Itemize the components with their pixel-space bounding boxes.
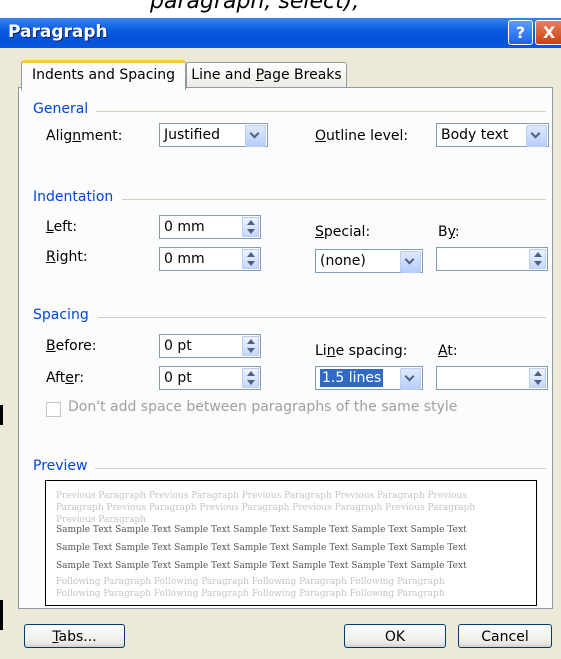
group-divider — [96, 111, 546, 112]
preview-box: Previous Paragraph Previous Paragraph Pr… — [45, 480, 537, 606]
special-dropdown[interactable]: (none) — [315, 249, 423, 273]
preview-following-line: Following Paragraph Following Paragraph … — [56, 577, 445, 587]
chevron-down-icon[interactable] — [400, 368, 421, 390]
special-label: Special: — [315, 224, 371, 240]
tab-label: Indents and Spacing — [31, 67, 176, 83]
spinner-icon[interactable] — [242, 249, 259, 269]
group-divider — [98, 317, 546, 318]
spinner-icon[interactable] — [529, 249, 546, 269]
close-button[interactable]: X — [535, 20, 561, 45]
background-text: paragraph, select), — [150, 0, 360, 14]
ok-button[interactable]: OK — [344, 624, 446, 648]
tab-indents-and-spacing[interactable]: Indents and Spacing — [21, 60, 186, 90]
line-spacing-dropdown[interactable]: 1.5 lines — [315, 366, 423, 390]
special-value: (none) — [320, 253, 366, 269]
spinner-icon[interactable] — [529, 368, 546, 388]
spinner-icon[interactable] — [242, 217, 259, 237]
tabs-button-label: Tabs... — [52, 629, 97, 645]
by-input[interactable] — [436, 247, 548, 271]
preview-sample-line: Sample Text Sample Text Sample Text Samp… — [56, 543, 467, 553]
outline-level-dropdown[interactable]: Body text — [436, 123, 549, 147]
before-value: 0 pt — [164, 338, 192, 354]
no-space-checkbox[interactable] — [46, 402, 61, 417]
before-input[interactable]: 0 pt — [159, 334, 261, 358]
right-indent-label: Right: — [46, 249, 88, 265]
left-indent-input[interactable]: 0 mm — [159, 215, 261, 239]
alignment-label: Alignment: — [46, 128, 123, 144]
right-indent-input[interactable]: 0 mm — [159, 247, 261, 271]
preview-following-line: Following Paragraph Following Paragraph … — [56, 589, 445, 599]
no-space-label: Don't add space between paragraphs of th… — [68, 399, 458, 415]
alignment-dropdown[interactable]: Justified — [159, 123, 268, 147]
window-edge — [0, 600, 3, 630]
preview-previous-line: Previous Paragraph — [56, 515, 147, 525]
line-spacing-value: 1.5 lines — [320, 369, 384, 387]
cancel-button[interactable]: Cancel — [458, 624, 552, 648]
group-heading-indentation: Indentation — [33, 189, 114, 205]
preview-sample-line: Sample Text Sample Text Sample Text Samp… — [56, 561, 467, 571]
after-input[interactable]: 0 pt — [159, 366, 261, 390]
chevron-down-icon[interactable] — [245, 125, 266, 147]
spinner-icon[interactable] — [242, 336, 259, 356]
line-spacing-label: Line spacing: — [315, 343, 408, 359]
cancel-button-label: Cancel — [481, 629, 529, 645]
at-input[interactable] — [436, 366, 548, 390]
left-indent-value: 0 mm — [164, 219, 205, 235]
tab-label: Line and Page Breaks — [191, 67, 342, 83]
preview-previous-line: Previous Paragraph Previous Paragraph Pr… — [56, 491, 467, 501]
group-heading-general: General — [33, 101, 89, 117]
after-value: 0 pt — [164, 370, 192, 386]
background-document: paragraph, select), — [0, 0, 561, 18]
at-label: At: — [438, 343, 458, 359]
tab-line-and-page-breaks[interactable]: Line and Page Breaks — [186, 62, 347, 88]
outline-level-value: Body text — [441, 127, 509, 143]
window-edge — [0, 405, 3, 425]
before-label: Before: — [46, 338, 97, 354]
after-label: After: — [46, 370, 85, 386]
alignment-value: Justified — [164, 127, 220, 143]
ok-button-label: OK — [384, 629, 406, 645]
window-title: Paragraph — [8, 22, 108, 42]
right-indent-value: 0 mm — [164, 251, 205, 267]
preview-previous-line: Paragraph Previous Paragraph Previous Pa… — [56, 503, 476, 513]
close-icon: X — [542, 23, 556, 42]
left-indent-label: Left: — [46, 219, 78, 235]
chevron-down-icon[interactable] — [400, 251, 421, 273]
spinner-icon[interactable] — [242, 368, 259, 388]
tabs-button[interactable]: Tabs... — [24, 624, 125, 648]
chevron-down-icon[interactable] — [526, 125, 547, 147]
group-heading-spacing: Spacing — [33, 307, 89, 323]
by-label: By: — [438, 224, 460, 240]
group-divider — [122, 199, 546, 200]
preview-sample-line: Sample Text Sample Text Sample Text Samp… — [56, 525, 467, 535]
help-icon: ? — [515, 23, 526, 42]
outline-level-label: Outline level: — [315, 128, 409, 144]
group-divider — [95, 468, 546, 469]
group-heading-preview: Preview — [33, 458, 88, 474]
help-button[interactable]: ? — [508, 20, 533, 45]
